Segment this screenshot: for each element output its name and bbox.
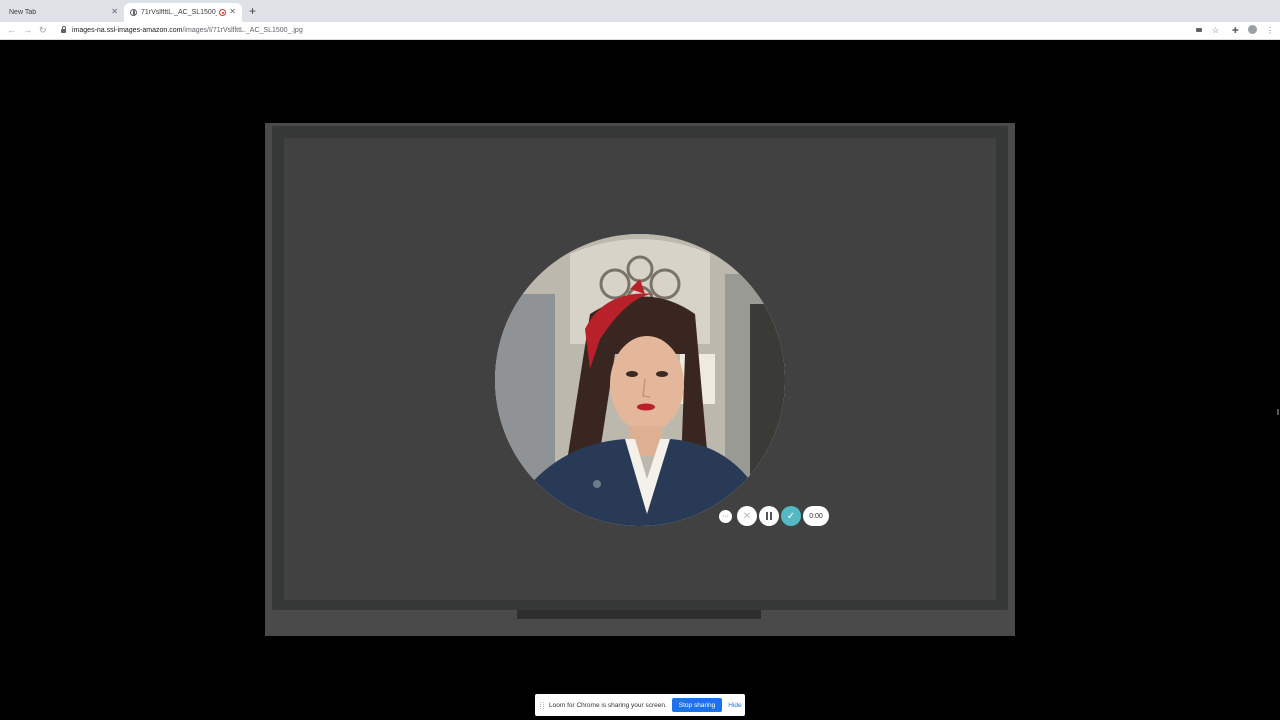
mouse-cursor <box>1277 409 1279 415</box>
more-options-icon[interactable]: ··· <box>719 510 732 523</box>
tab-new-tab[interactable]: New Tab ✕ <box>0 3 124 22</box>
url-path: /images/I/71rVslflttL._AC_SL1500_.jpg <box>182 26 303 34</box>
pause-recording-button[interactable] <box>759 506 779 526</box>
url-host: images-na.ssl-images-amazon.com <box>72 26 183 34</box>
screen-share-notification: Loom for Chrome is sharing your screen. … <box>535 694 745 716</box>
webcam-image <box>495 234 785 526</box>
extensions-icon[interactable]: ✚ <box>1232 26 1239 35</box>
tab-title: New Tab <box>9 9 37 16</box>
star-icon[interactable]: ☆ <box>1212 26 1219 35</box>
share-message: Loom for Chrome is sharing your screen. <box>549 701 667 709</box>
tab-close-icon[interactable]: ✕ <box>111 7 118 16</box>
pause-icon <box>766 512 768 520</box>
tab-image[interactable]: 71rVslflttL._AC_SL1500_.jpg ✕ <box>124 3 242 22</box>
recording-timer: 0:00 <box>803 506 829 526</box>
forward-icon[interactable]: → <box>23 24 32 36</box>
globe-icon <box>130 9 137 16</box>
image-viewer: ··· ✕ ✓ 0:00 Loom for Chrome is sharing … <box>0 40 1280 720</box>
webcam-bubble[interactable] <box>495 234 785 526</box>
reload-icon[interactable]: ↻ <box>39 24 47 36</box>
menu-icon[interactable]: ⋮ <box>1266 26 1274 35</box>
cancel-recording-button[interactable]: ✕ <box>737 506 757 526</box>
hide-button[interactable]: Hide <box>728 702 741 709</box>
browser-toolbar: ← → ↻ images-na.ssl-images-amazon.com/im… <box>0 22 1280 40</box>
tab-title: 71rVslflttL._AC_SL1500_.jpg <box>141 9 217 16</box>
drag-handle-icon[interactable] <box>540 701 544 709</box>
finish-recording-button[interactable]: ✓ <box>781 506 801 526</box>
address-bar[interactable]: images-na.ssl-images-amazon.com/images/I… <box>55 23 1185 37</box>
recording-icon <box>219 9 226 16</box>
pause-icon-bar <box>770 512 772 520</box>
tab-strip: New Tab ✕ 71rVslflttL._AC_SL1500_.jpg ✕ … <box>0 0 1280 22</box>
back-icon[interactable]: ← <box>7 24 16 36</box>
tv-stand <box>517 610 761 619</box>
lock-icon <box>61 26 66 33</box>
tab-close-icon[interactable]: ✕ <box>229 7 236 16</box>
new-tab-button[interactable]: + <box>249 4 256 18</box>
profile-avatar-icon[interactable] <box>1248 25 1257 34</box>
stop-sharing-button[interactable]: Stop sharing <box>671 698 723 712</box>
camera-icon[interactable] <box>1196 28 1202 32</box>
